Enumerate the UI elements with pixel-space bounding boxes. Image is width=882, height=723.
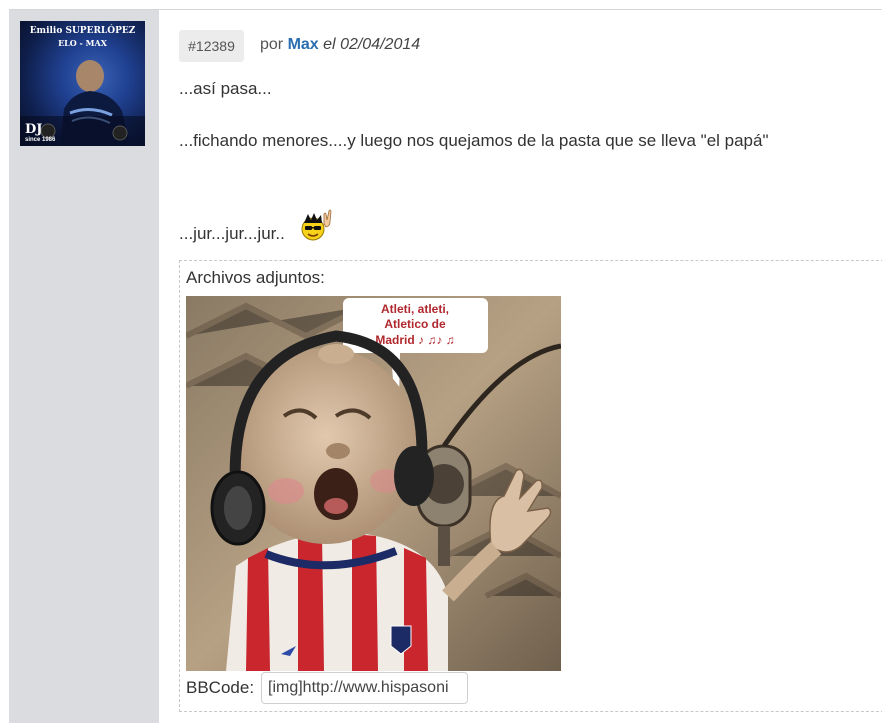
bbcode-label: BBCode: <box>186 678 255 697</box>
attachment-image[interactable]: Atleti, atleti, Atletico de Madrid ♪ ♫♪ … <box>186 296 561 671</box>
svg-text:Madrid ♪ ♫♪ ♫: Madrid ♪ ♫♪ ♫ <box>375 333 454 347</box>
avatar-title: Emilio SUPERLÓPEZ <box>29 26 136 36</box>
post-line-2: ...fichando menores....y luego nos queja… <box>179 131 769 150</box>
svg-text:Atletico de: Atletico de <box>384 317 446 331</box>
post-number[interactable]: #12389 <box>179 30 244 62</box>
post-date: 02/04/2014 <box>340 36 421 53</box>
attachments-label: Archivos adjuntos: <box>186 268 325 287</box>
bbcode-input[interactable] <box>261 672 468 704</box>
post-line-3: ...jur...jur...jur.. <box>179 224 285 243</box>
post-line-1: ...así pasa... <box>179 79 272 98</box>
post-meta: por Max el 02/04/2014 <box>260 36 420 54</box>
avatar-since: since 1986 <box>25 137 56 143</box>
avatar-badge: DJ <box>25 122 43 137</box>
rock-on-smiley-icon <box>300 208 334 242</box>
avatar-subtitle: ELO - MAX <box>58 38 107 48</box>
svg-text:Atleti, atleti,: Atleti, atleti, <box>381 302 449 316</box>
by-label: por <box>260 36 284 53</box>
post-date-prefix: el <box>323 36 336 53</box>
author-link[interactable]: Max <box>288 36 319 53</box>
avatar[interactable]: Emilio SUPERLÓPEZ ELO - MAX DJ since 198… <box>20 21 145 146</box>
